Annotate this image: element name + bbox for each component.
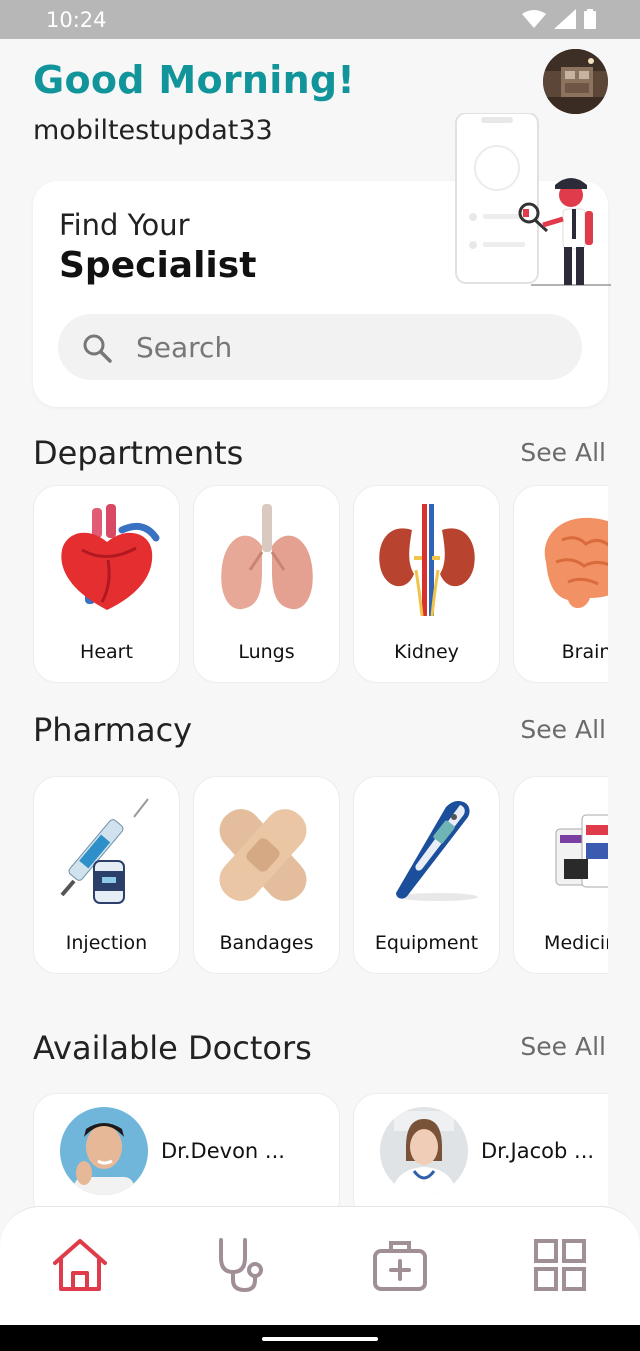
signal-icon xyxy=(554,9,576,29)
pharmacy-label: Bandages xyxy=(219,932,314,954)
hero-subtitle: Find Your xyxy=(59,208,190,242)
doctor-card[interactable]: Dr.Devon ... xyxy=(33,1093,340,1206)
medical-kit-icon xyxy=(373,1241,427,1291)
hero-title: Specialist xyxy=(59,245,257,286)
doctor-name: Dr.Jacob ... xyxy=(481,1139,595,1163)
departments-title: Departments xyxy=(33,434,244,472)
grid-icon xyxy=(534,1239,586,1291)
doctors-carousel[interactable]: Dr.Devon ... Dr.Jacob ... xyxy=(33,1093,608,1206)
greeting-title: Good Morning! xyxy=(33,58,356,102)
department-label: Brain xyxy=(561,641,608,663)
battery-icon xyxy=(584,9,596,29)
doctor-avatar xyxy=(60,1107,148,1195)
find-specialist-card: Find Your Specialist xyxy=(33,113,611,407)
department-card-brain[interactable]: Brain xyxy=(513,485,608,683)
nav-doctors[interactable] xyxy=(210,1235,270,1295)
medicine-icon xyxy=(555,814,608,888)
department-label: Heart xyxy=(80,641,133,663)
wifi-icon xyxy=(522,10,546,28)
profile-avatar[interactable] xyxy=(543,49,608,114)
status-icons xyxy=(522,9,596,29)
pharmacy-label: Equipment xyxy=(374,932,479,954)
pharmacy-label: Injection xyxy=(65,932,148,954)
department-label: Lungs xyxy=(238,641,295,663)
status-bar: 10:24 xyxy=(0,0,640,39)
kidney-icon xyxy=(379,504,475,617)
pharmacy-card-injection[interactable]: Injection xyxy=(33,776,180,974)
system-navigation-bar xyxy=(0,1325,640,1351)
stethoscope-icon xyxy=(219,1238,263,1293)
home-icon xyxy=(53,1239,107,1291)
department-label: Kidney xyxy=(394,641,459,663)
pharmacy-label: Medicine xyxy=(544,932,608,954)
nav-more[interactable] xyxy=(530,1235,590,1295)
doctors-see-all-link[interactable]: See All xyxy=(520,1032,606,1061)
doctor-avatar xyxy=(380,1107,468,1195)
doctor-card[interactable]: Dr.Jacob ... xyxy=(353,1093,608,1206)
department-card-lungs[interactable]: Lungs xyxy=(193,485,340,683)
department-card-kidney[interactable]: Kidney xyxy=(353,485,500,683)
doctor-name: Dr.Devon ... xyxy=(161,1139,285,1163)
departments-carousel[interactable]: Heart Lungs Kidney Brain xyxy=(33,485,608,685)
pharmacy-see-all-link[interactable]: See All xyxy=(520,715,606,744)
lungs-icon xyxy=(221,504,313,610)
departments-see-all-link[interactable]: See All xyxy=(520,438,606,467)
available-doctors-title: Available Doctors xyxy=(33,1029,312,1067)
pharmacy-title: Pharmacy xyxy=(33,711,193,749)
heart-organ-icon xyxy=(61,504,160,610)
pharmacy-carousel[interactable]: Injection Bandages Equipment Medici xyxy=(33,776,608,976)
bandage-icon xyxy=(219,809,307,901)
thermometer-icon xyxy=(396,801,478,901)
username: mobiltestupdat33 xyxy=(33,115,273,146)
search-icon xyxy=(83,334,112,363)
pharmacy-card-bandages[interactable]: Bandages xyxy=(193,776,340,974)
search-input[interactable] xyxy=(136,314,556,380)
nav-home[interactable] xyxy=(50,1235,110,1295)
bottom-navigation xyxy=(0,1206,640,1325)
department-card-heart[interactable]: Heart xyxy=(33,485,180,683)
status-time: 10:24 xyxy=(46,8,107,32)
search-bar[interactable] xyxy=(58,314,582,380)
home-gesture-pill[interactable] xyxy=(262,1337,378,1341)
pharmacy-card-equipment[interactable]: Equipment xyxy=(353,776,500,974)
nav-pharmacy[interactable] xyxy=(370,1235,430,1295)
brain-icon xyxy=(544,517,608,608)
doctor-search-illustration xyxy=(455,113,611,286)
pharmacy-card-medicine[interactable]: Medicine xyxy=(513,776,608,974)
injection-icon xyxy=(60,798,149,904)
